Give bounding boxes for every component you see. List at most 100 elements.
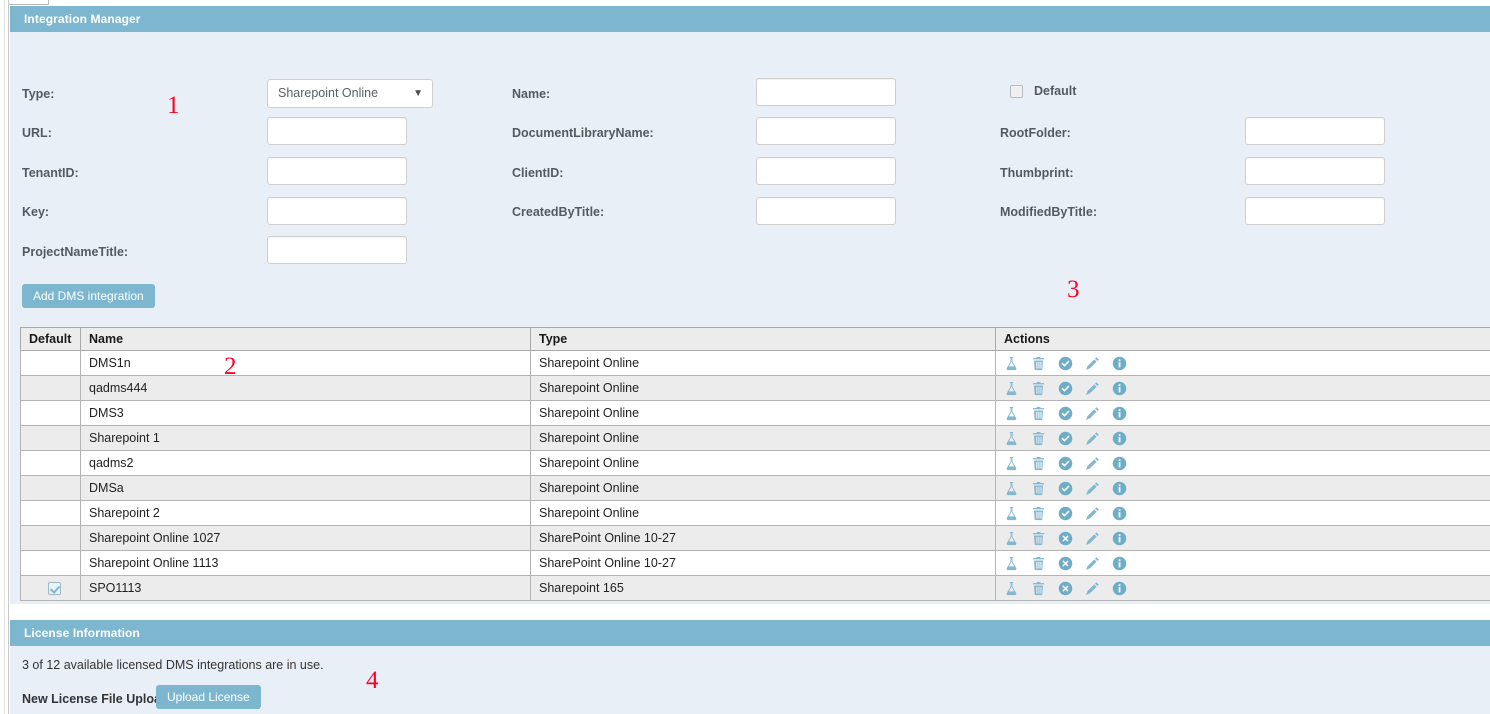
info-icon[interactable] bbox=[1112, 406, 1127, 421]
trash-icon[interactable] bbox=[1031, 406, 1046, 421]
documentlibraryname-input[interactable] bbox=[756, 117, 896, 145]
flask-icon[interactable] bbox=[1004, 506, 1019, 521]
row-actions-cell bbox=[995, 375, 1490, 401]
row-name-cell: Sharepoint Online 1113 bbox=[80, 550, 531, 576]
row-actions bbox=[1004, 531, 1490, 546]
flask-icon[interactable] bbox=[1004, 456, 1019, 471]
check-circle-icon[interactable] bbox=[1058, 506, 1073, 521]
info-icon[interactable] bbox=[1112, 456, 1127, 471]
row-actions bbox=[1004, 481, 1490, 496]
check-circle-icon[interactable] bbox=[1058, 381, 1073, 396]
table-row: DMS3 Sharepoint Online bbox=[20, 400, 1490, 426]
thumbprint-input[interactable] bbox=[1245, 157, 1385, 185]
trash-icon[interactable] bbox=[1031, 456, 1046, 471]
table-header-row: Default Name Type Actions bbox=[20, 327, 1490, 351]
trash-icon[interactable] bbox=[1031, 481, 1046, 496]
info-icon[interactable] bbox=[1112, 481, 1127, 496]
default-checkbox[interactable] bbox=[1010, 85, 1023, 98]
flask-icon[interactable] bbox=[1004, 481, 1019, 496]
x-circle-icon[interactable] bbox=[1058, 581, 1073, 596]
column-header-actions: Actions bbox=[995, 327, 1490, 351]
row-actions-cell bbox=[995, 450, 1490, 476]
row-actions-cell bbox=[995, 500, 1490, 526]
clientid-input[interactable] bbox=[756, 157, 896, 185]
info-icon[interactable] bbox=[1112, 506, 1127, 521]
pencil-icon[interactable] bbox=[1085, 481, 1100, 496]
row-actions bbox=[1004, 506, 1490, 521]
flask-icon[interactable] bbox=[1004, 406, 1019, 421]
info-icon[interactable] bbox=[1112, 381, 1127, 396]
trash-icon[interactable] bbox=[1031, 531, 1046, 546]
flask-icon[interactable] bbox=[1004, 531, 1019, 546]
modifiedbytitle-input[interactable] bbox=[1245, 197, 1385, 225]
url-input[interactable] bbox=[267, 117, 407, 145]
table-row: Sharepoint Online 1113 SharePoint Online … bbox=[20, 550, 1490, 576]
tenantid-label: TenantID: bbox=[22, 166, 79, 180]
row-default-cell bbox=[20, 475, 81, 501]
check-circle-icon[interactable] bbox=[1058, 481, 1073, 496]
license-information-panel: License Information 3 of 12 available li… bbox=[10, 620, 1490, 714]
info-icon[interactable] bbox=[1112, 356, 1127, 371]
flask-icon[interactable] bbox=[1004, 381, 1019, 396]
flask-icon[interactable] bbox=[1004, 581, 1019, 596]
row-name-cell: SPO1113 bbox=[80, 575, 531, 601]
info-icon[interactable] bbox=[1112, 556, 1127, 571]
pencil-icon[interactable] bbox=[1085, 581, 1100, 596]
column-header-type: Type bbox=[530, 327, 996, 351]
name-input[interactable] bbox=[756, 78, 896, 106]
projectnametitle-input[interactable] bbox=[267, 236, 407, 264]
row-default-cell bbox=[20, 500, 81, 526]
row-type-cell: Sharepoint Online bbox=[530, 350, 996, 376]
default-checkbox-label: Default bbox=[1034, 84, 1077, 98]
pencil-icon[interactable] bbox=[1085, 381, 1100, 396]
createdbytitle-input[interactable] bbox=[756, 197, 896, 225]
info-icon[interactable] bbox=[1112, 531, 1127, 546]
table-row: SPO1113 Sharepoint 165 bbox=[20, 575, 1490, 601]
row-name-cell: Sharepoint Online 1027 bbox=[80, 525, 531, 551]
row-name-cell: Sharepoint 1 bbox=[80, 425, 531, 451]
annotation-2: 2 bbox=[224, 353, 237, 380]
pencil-icon[interactable] bbox=[1085, 531, 1100, 546]
key-input[interactable] bbox=[267, 197, 407, 225]
tenantid-input[interactable] bbox=[267, 157, 407, 185]
license-information-title: License Information bbox=[10, 620, 1490, 646]
info-icon[interactable] bbox=[1112, 431, 1127, 446]
modifiedbytitle-label: ModifiedByTitle: bbox=[1000, 205, 1097, 219]
add-dms-integration-button[interactable]: Add DMS integration bbox=[22, 284, 155, 308]
row-default-checkbox[interactable] bbox=[48, 582, 61, 596]
table-row: Sharepoint 1 Sharepoint Online bbox=[20, 425, 1490, 451]
license-usage-text: 3 of 12 available licensed DMS integrati… bbox=[22, 658, 324, 672]
check-circle-icon[interactable] bbox=[1058, 456, 1073, 471]
pencil-icon[interactable] bbox=[1085, 456, 1100, 471]
row-type-cell: SharePoint Online 10-27 bbox=[530, 550, 996, 576]
trash-icon[interactable] bbox=[1031, 506, 1046, 521]
trash-icon[interactable] bbox=[1031, 556, 1046, 571]
x-circle-icon[interactable] bbox=[1058, 556, 1073, 571]
check-circle-icon[interactable] bbox=[1058, 406, 1073, 421]
pencil-icon[interactable] bbox=[1085, 406, 1100, 421]
x-circle-icon[interactable] bbox=[1058, 531, 1073, 546]
annotation-1: 1 bbox=[167, 92, 180, 119]
flask-icon[interactable] bbox=[1004, 556, 1019, 571]
annotation-4: 4 bbox=[366, 667, 379, 694]
table-row: Sharepoint Online 1027 SharePoint Online … bbox=[20, 525, 1490, 551]
flask-icon[interactable] bbox=[1004, 356, 1019, 371]
row-default-cell bbox=[20, 375, 81, 401]
flask-icon[interactable] bbox=[1004, 431, 1019, 446]
pencil-icon[interactable] bbox=[1085, 431, 1100, 446]
pencil-icon[interactable] bbox=[1085, 556, 1100, 571]
check-circle-icon[interactable] bbox=[1058, 356, 1073, 371]
pencil-icon[interactable] bbox=[1085, 356, 1100, 371]
trash-icon[interactable] bbox=[1031, 356, 1046, 371]
rootfolder-input[interactable] bbox=[1245, 117, 1385, 145]
pencil-icon[interactable] bbox=[1085, 506, 1100, 521]
trash-icon[interactable] bbox=[1031, 581, 1046, 596]
upload-license-button[interactable]: Upload License bbox=[156, 685, 261, 709]
row-type-cell: Sharepoint Online bbox=[530, 450, 996, 476]
trash-icon[interactable] bbox=[1031, 381, 1046, 396]
check-circle-icon[interactable] bbox=[1058, 431, 1073, 446]
info-icon[interactable] bbox=[1112, 581, 1127, 596]
integration-manager-panel: Integration Manager Type: Sharepoint Onl… bbox=[10, 6, 1490, 604]
trash-icon[interactable] bbox=[1031, 431, 1046, 446]
type-select[interactable]: Sharepoint Online ▼ bbox=[267, 79, 433, 108]
